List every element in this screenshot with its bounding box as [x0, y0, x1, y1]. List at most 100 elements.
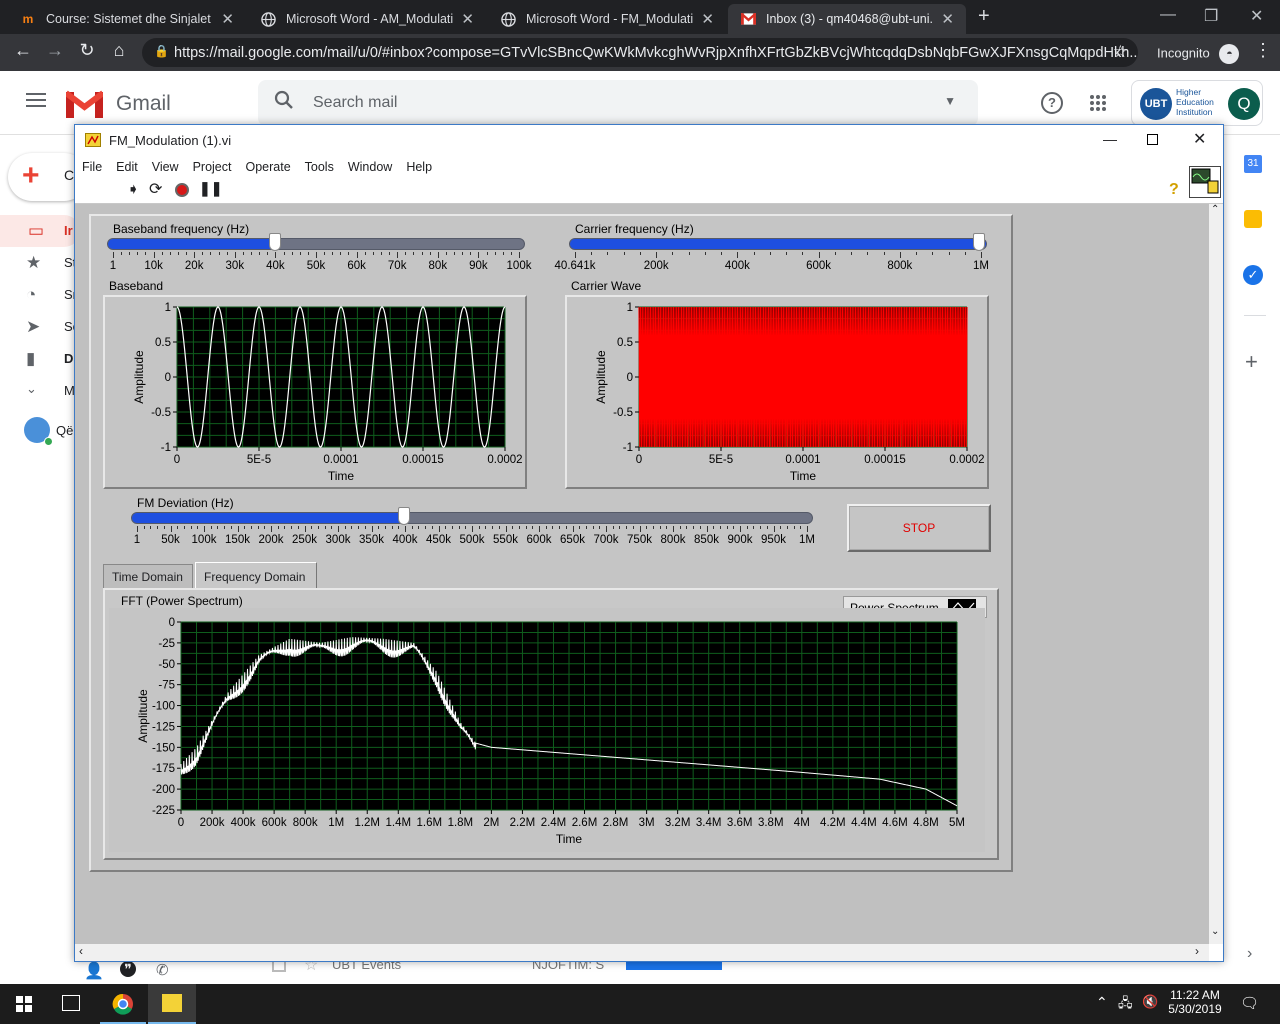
slider-tick-label: 300k: [325, 534, 351, 546]
volume-mute-icon[interactable]: 🔇: [1142, 994, 1158, 1010]
person-icon[interactable]: 👤: [84, 961, 104, 981]
task-view-icon[interactable]: [62, 995, 80, 1011]
show-hidden-icons-icon[interactable]: ⌃: [1096, 994, 1108, 1011]
horizontal-scrollbar[interactable]: ‹ ›: [75, 944, 1209, 961]
menu-project[interactable]: Project: [186, 160, 239, 174]
scroll-down-icon[interactable]: ⌄: [1211, 926, 1219, 937]
close-tab-icon[interactable]: ✕: [461, 10, 474, 28]
maximize-icon[interactable]: [1147, 134, 1158, 145]
menu-edit[interactable]: Edit: [109, 160, 145, 174]
baseband-frequency-slider[interactable]: [107, 238, 525, 250]
lock-icon: 🔒: [154, 44, 169, 58]
y-tick-label: -50: [158, 659, 175, 671]
fm-deviation-slider[interactable]: [131, 512, 813, 524]
hangouts-icon[interactable]: ❞: [120, 961, 136, 977]
vi-connector-icon[interactable]: [1189, 166, 1221, 198]
sidebar-item-inbox[interactable]: ▭ Ir: [0, 215, 80, 247]
abort-icon[interactable]: [175, 183, 189, 197]
slider-tick-label: 50k: [161, 534, 180, 546]
clock-icon[interactable]: ◔: [26, 285, 36, 305]
apps-grid-icon[interactable]: [1089, 94, 1107, 112]
reload-icon[interactable]: ↻: [74, 40, 100, 61]
scroll-left-icon[interactable]: ‹: [79, 944, 83, 958]
slider-knob[interactable]: [973, 233, 985, 251]
minimize-icon[interactable]: —: [1160, 6, 1176, 24]
slider-tick-label: 800k: [660, 534, 686, 546]
close-tab-icon[interactable]: ✕: [221, 10, 234, 28]
browser-tab-course[interactable]: m Course: Sistemet dhe Sinjalet ✕: [8, 4, 246, 34]
add-addon-icon[interactable]: +: [1245, 349, 1258, 375]
minimize-icon[interactable]: —: [1103, 131, 1117, 147]
phone-icon[interactable]: ✆: [156, 961, 169, 979]
menu-view[interactable]: View: [145, 160, 186, 174]
close-tab-icon[interactable]: ✕: [941, 10, 954, 28]
carrier-graph[interactable]: 0 5E-5 0.0001 0.00015 0.0002 1 0.5 0 -0.5 -1 Time A…: [565, 295, 989, 489]
baseband-plot-svg: 0 5E-5 0.0001 0.00015 0.0002 1 0.5 0 -0.5 -1 Time A…: [132, 302, 523, 483]
menu-file[interactable]: File: [75, 160, 109, 174]
account-switcher[interactable]: UBT Higher Education Institution Q: [1131, 80, 1263, 126]
fft-graph[interactable]: 0 200k 400k 600k 800k 1M 1.2M 1.4M 1.6M 1.8M 2M 2.2…: [109, 608, 985, 852]
clock[interactable]: 11:22 AM 5/30/2019: [1166, 988, 1224, 1016]
menu-operate[interactable]: Operate: [238, 160, 297, 174]
slider-knob[interactable]: [398, 507, 411, 525]
pause-icon[interactable]: ❚❚: [199, 180, 222, 197]
slider-knob[interactable]: [268, 233, 281, 251]
labview-taskbar-button[interactable]: [148, 984, 196, 1024]
tasks-icon[interactable]: ✓: [1243, 265, 1263, 285]
x-tick-label: 0.0001: [785, 454, 820, 466]
carrier-frequency-slider[interactable]: [569, 238, 987, 250]
star-icon[interactable]: ★: [26, 253, 41, 273]
close-tab-icon[interactable]: ✕: [701, 10, 714, 28]
new-tab-icon[interactable]: +: [978, 5, 990, 28]
back-icon[interactable]: ←: [10, 40, 36, 61]
search-mail-bar[interactable]: Search mail ▼: [258, 80, 978, 126]
labview-window: FM_Modulation (1).vi — ✕ File Edit View …: [74, 124, 1224, 962]
windows-start-icon[interactable]: [16, 996, 32, 1015]
menu-window[interactable]: Window: [341, 160, 399, 174]
scroll-up-icon[interactable]: ⌃: [1211, 204, 1219, 215]
search-input[interactable]: Search mail: [313, 94, 397, 112]
notifications-icon[interactable]: 🗨: [1240, 994, 1259, 1012]
chevron-down-icon[interactable]: ⌄: [26, 381, 37, 397]
moodle-icon: m: [22, 12, 34, 26]
bookmark-star-icon[interactable]: ☆: [1113, 42, 1128, 62]
chevron-right-icon[interactable]: ›: [1247, 945, 1252, 963]
keep-icon[interactable]: [1244, 210, 1262, 228]
avatar[interactable]: Q: [1228, 88, 1260, 120]
scroll-right-icon[interactable]: ›: [1195, 944, 1199, 958]
close-icon[interactable]: ✕: [1193, 129, 1206, 149]
tab-frequency-domain[interactable]: Frequency Domain: [195, 562, 317, 590]
restore-icon[interactable]: ❐: [1204, 6, 1218, 26]
stop-button[interactable]: STOP: [847, 504, 991, 552]
menu-help[interactable]: Help: [399, 160, 439, 174]
forward-icon[interactable]: →: [42, 40, 68, 61]
context-help-icon[interactable]: ?: [1169, 181, 1179, 199]
run-arrow-icon[interactable]: ➧: [127, 180, 140, 198]
calendar-icon[interactable]: 31: [1244, 155, 1262, 173]
menu-kebab-icon[interactable]: ⋮: [1250, 40, 1276, 61]
vertical-scrollbar[interactable]: ⌃ ⌄: [1209, 204, 1223, 944]
help-icon[interactable]: ?: [1041, 92, 1063, 114]
close-window-icon[interactable]: ✕: [1250, 6, 1263, 26]
browser-tab-fm-modulation[interactable]: Microsoft Word - FM_Modulatio ✕: [488, 4, 726, 34]
chrome-taskbar-button[interactable]: [100, 984, 146, 1024]
baseband-graph[interactable]: 0 5E-5 0.0001 0.00015 0.0002 1 0.5 0 -0.5 -1 Time A…: [103, 295, 527, 489]
main-menu-icon[interactable]: [26, 93, 46, 107]
home-icon[interactable]: ⌂: [106, 40, 132, 61]
x-tick-label: 600k: [262, 817, 287, 829]
x-tick-label: 2.8M: [603, 817, 629, 829]
send-icon[interactable]: ➤: [26, 317, 40, 337]
incognito-indicator[interactable]: Incognito ◓: [1157, 44, 1240, 64]
address-bar[interactable]: 🔒 https://mail.google.com/mail/u/0/#inbo…: [142, 38, 1138, 67]
draft-icon[interactable]: ▮: [26, 349, 35, 369]
browser-tab-am-modulation[interactable]: Microsoft Word - AM_Modulatio ✕: [248, 4, 486, 34]
menu-tools[interactable]: Tools: [298, 160, 341, 174]
slider-tick-label: 90k: [469, 260, 488, 272]
tab-time-domain[interactable]: Time Domain: [103, 564, 193, 588]
search-icon[interactable]: [274, 90, 294, 116]
run-continuously-icon[interactable]: ⟳: [149, 179, 162, 199]
gmail-logo[interactable]: [64, 90, 105, 121]
browser-tab-inbox[interactable]: Inbox (3) - qm40468@ubt-uni.ne ✕: [728, 4, 966, 34]
search-options-icon[interactable]: ▼: [944, 94, 956, 108]
network-icon[interactable]: 🖧: [1118, 994, 1133, 1016]
